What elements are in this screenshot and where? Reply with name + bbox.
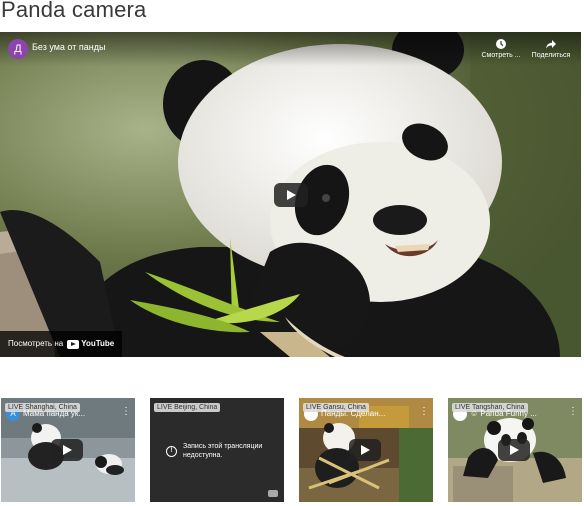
video-title[interactable]: Панды. Сделан... bbox=[321, 409, 417, 418]
watch-on-youtube-link[interactable]: Посмотреть на YouTube bbox=[0, 331, 123, 357]
play-button[interactable] bbox=[498, 439, 530, 461]
clock-icon bbox=[496, 39, 506, 49]
unavailable-text: Запись этой трансляции недоступна. bbox=[183, 443, 263, 459]
youtube-icon[interactable] bbox=[268, 490, 278, 497]
thumbnail-video-3[interactable]: LIVE Gansu, China Панды. Сделан... ⋮ bbox=[299, 398, 433, 502]
main-video-player[interactable]: Д Без ума от панды Смотреть ... Поделить… bbox=[0, 32, 581, 357]
thumbnail-video-4[interactable]: LIVE Tangshan, China ☺ Panda Funny ... ⋮ bbox=[448, 398, 582, 502]
more-options-icon[interactable]: ⋮ bbox=[121, 407, 131, 417]
youtube-play-icon bbox=[67, 339, 80, 349]
thumbnail-video-1[interactable]: А LIVE Shanghai, China Мама панда ук... … bbox=[1, 398, 135, 502]
more-options-icon[interactable]: ⋮ bbox=[419, 407, 429, 417]
thumbnail-video-2[interactable]: LIVE Beijing, China ! Запись этой трансл… bbox=[150, 398, 284, 502]
unavailable-message: ! Запись этой трансляции недоступна. bbox=[166, 442, 276, 460]
watch-later-button[interactable]: Смотреть ... bbox=[476, 38, 526, 59]
live-location-badge: LIVE Beijing, China bbox=[154, 403, 221, 412]
share-icon bbox=[546, 40, 556, 49]
watch-on-label: Посмотреть на bbox=[8, 339, 64, 348]
page-title: Panda camera bbox=[1, 0, 147, 22]
watch-later-label: Смотреть ... bbox=[481, 52, 521, 59]
alert-icon: ! bbox=[166, 445, 177, 457]
play-button[interactable] bbox=[349, 439, 381, 461]
video-title[interactable]: Без ума от панды bbox=[32, 42, 105, 52]
channel-avatar[interactable]: Д bbox=[8, 39, 28, 59]
video-title[interactable]: ☺ Panda Funny ... bbox=[470, 409, 566, 418]
video-title[interactable]: Мама панда ук... bbox=[23, 409, 119, 418]
youtube-wordmark: YouTube bbox=[81, 339, 115, 348]
play-button[interactable] bbox=[51, 439, 83, 461]
share-button[interactable]: Поделиться bbox=[526, 38, 576, 59]
more-options-icon[interactable]: ⋮ bbox=[568, 407, 578, 417]
share-label: Поделиться bbox=[531, 52, 571, 59]
youtube-logo: YouTube bbox=[67, 331, 114, 357]
play-button[interactable] bbox=[274, 183, 308, 207]
